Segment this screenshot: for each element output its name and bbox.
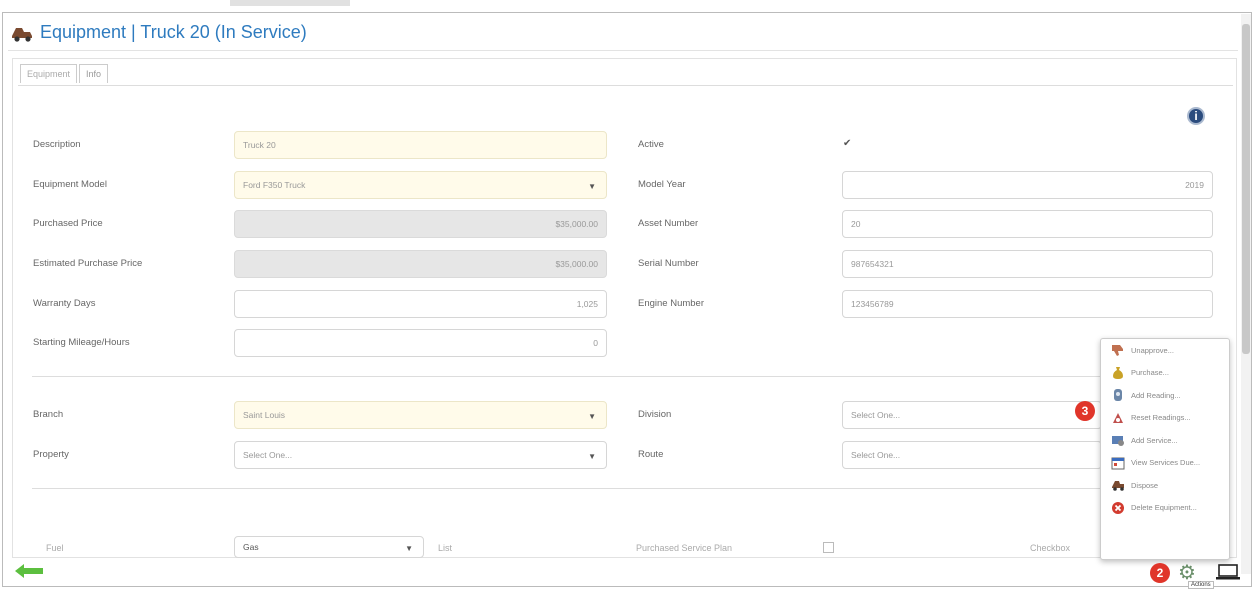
engine-number-value: 123456789 bbox=[851, 299, 894, 309]
asset-number-value: 20 bbox=[851, 219, 861, 229]
gauge-icon bbox=[1114, 389, 1122, 402]
branch-label: Branch bbox=[33, 409, 64, 420]
menu-item-view-services-due[interactable]: View Services Due... bbox=[1101, 452, 1229, 475]
model-year-input[interactable]: 2019 bbox=[842, 171, 1213, 199]
menu-item-unapprove[interactable]: Unapprove... bbox=[1101, 339, 1229, 362]
division-label: Division bbox=[638, 409, 672, 420]
menu-item-reset-readings[interactable]: Reset Readings... bbox=[1101, 407, 1229, 430]
asset-number-label: Asset Number bbox=[638, 218, 699, 229]
money-bag-icon bbox=[1113, 366, 1123, 379]
vertical-scrollbar[interactable] bbox=[1241, 14, 1251, 574]
tab-bar: Equipment Info bbox=[20, 64, 110, 83]
chevron-down-icon: ▼ bbox=[588, 452, 596, 461]
division-value: Select One... bbox=[851, 410, 901, 420]
monitor-icon[interactable] bbox=[1216, 564, 1240, 580]
warranty-days-input[interactable]: 1,025 bbox=[234, 290, 607, 318]
menu-item-label: Add Service... bbox=[1131, 435, 1178, 445]
purchased-price-label: Purchased Price bbox=[33, 218, 103, 229]
info-icon[interactable]: i bbox=[1187, 107, 1205, 125]
checkbox-label: Checkbox bbox=[1030, 543, 1071, 553]
thumbs-down-icon bbox=[1112, 345, 1123, 357]
delete-icon bbox=[1112, 501, 1124, 514]
asset-number-input[interactable]: 20 bbox=[842, 210, 1213, 238]
page-title: Equipment | Truck 20 (In Service) bbox=[10, 22, 307, 43]
equipment-model-select[interactable]: Ford F350 Truck ▼ bbox=[234, 171, 607, 199]
wrench-service-icon bbox=[1112, 436, 1124, 447]
menu-item-label: Reset Readings... bbox=[1131, 413, 1191, 423]
purchased-service-plan-checkbox[interactable] bbox=[823, 542, 834, 553]
description-value: Truck 20 bbox=[243, 140, 276, 150]
menu-item-add-reading[interactable]: Add Reading... bbox=[1101, 384, 1229, 407]
section-divider bbox=[32, 376, 1212, 377]
estimated-purchase-price-value: $35,000.00 bbox=[555, 259, 598, 269]
division-select[interactable]: Select One... bbox=[842, 401, 1102, 429]
reset-icon bbox=[1113, 412, 1123, 423]
purchased-price-input: $35,000.00 bbox=[234, 210, 607, 238]
chevron-down-icon: ▼ bbox=[588, 412, 596, 421]
menu-item-label: Delete Equipment... bbox=[1131, 503, 1197, 513]
serial-number-value: 987654321 bbox=[851, 259, 894, 269]
route-select[interactable]: Select One... bbox=[842, 441, 1102, 469]
active-label: Active bbox=[638, 139, 664, 150]
branch-value: Saint Louis bbox=[243, 410, 286, 420]
description-label: Description bbox=[33, 139, 81, 150]
estimated-purchase-price-label: Estimated Purchase Price bbox=[33, 258, 143, 269]
page-title-text: Equipment | Truck 20 (In Service) bbox=[40, 22, 307, 42]
actions-tooltip: Actions bbox=[1188, 581, 1214, 589]
truck-icon bbox=[1112, 481, 1124, 492]
purchased-price-value: $35,000.00 bbox=[555, 219, 598, 229]
property-label: Property bbox=[33, 449, 69, 460]
engine-number-label: Engine Number bbox=[638, 298, 705, 309]
equipment-model-value: Ford F350 Truck bbox=[243, 180, 306, 190]
list-label: List bbox=[438, 543, 453, 553]
branch-select[interactable]: Saint Louis ▼ bbox=[234, 401, 607, 429]
fuel-label: Fuel bbox=[46, 543, 64, 553]
starting-mileage-label: Starting Mileage/Hours bbox=[33, 337, 130, 348]
section-divider bbox=[32, 488, 1212, 489]
fuel-value: Gas bbox=[243, 542, 259, 552]
calendar-icon bbox=[1111, 457, 1125, 470]
truck-icon bbox=[12, 27, 32, 42]
route-value: Select One... bbox=[851, 450, 901, 460]
actions-menu: Unapprove... Purchase... Add Reading... … bbox=[1100, 338, 1230, 560]
property-value: Select One... bbox=[243, 450, 293, 460]
serial-number-input[interactable]: 987654321 bbox=[842, 250, 1213, 278]
description-input[interactable]: Truck 20 bbox=[234, 131, 607, 159]
serial-number-label: Serial Number bbox=[638, 258, 699, 269]
engine-number-input[interactable]: 123456789 bbox=[842, 290, 1213, 318]
purchased-service-plan-label: Purchased Service Plan bbox=[636, 543, 733, 553]
menu-item-label: View Services Due... bbox=[1131, 458, 1201, 468]
equipment-model-label: Equipment Model bbox=[33, 179, 107, 190]
property-select[interactable]: Select One... ▼ bbox=[234, 441, 607, 469]
tab-divider bbox=[18, 85, 1233, 86]
scrollbar-thumb[interactable] bbox=[1242, 24, 1250, 354]
back-arrow-icon[interactable] bbox=[14, 563, 44, 579]
title-divider bbox=[8, 50, 1238, 51]
route-label: Route bbox=[638, 449, 664, 460]
warranty-days-label: Warranty Days bbox=[33, 298, 96, 309]
annotation-badge-2: 2 bbox=[1150, 563, 1170, 583]
chevron-down-icon: ▼ bbox=[588, 182, 596, 191]
tab-equipment[interactable]: Equipment bbox=[20, 64, 78, 83]
menu-item-dispose[interactable]: Dispose bbox=[1101, 474, 1229, 497]
menu-item-add-service[interactable]: Add Service... bbox=[1101, 429, 1229, 452]
starting-mileage-value: 0 bbox=[593, 338, 598, 348]
model-year-label: Model Year bbox=[638, 179, 686, 190]
starting-mileage-input[interactable]: 0 bbox=[234, 329, 607, 357]
menu-item-purchase[interactable]: Purchase... bbox=[1101, 362, 1229, 385]
tab-info[interactable]: Info bbox=[79, 64, 109, 83]
model-year-value: 2019 bbox=[1185, 180, 1204, 190]
fuel-select[interactable]: Gas ▼ bbox=[234, 536, 424, 558]
menu-item-label: Dispose bbox=[1131, 480, 1159, 490]
top-edge-decoration bbox=[230, 0, 350, 6]
chevron-down-icon: ▼ bbox=[405, 544, 413, 553]
warranty-days-value: 1,025 bbox=[576, 299, 598, 309]
menu-item-label: Add Reading... bbox=[1131, 390, 1181, 400]
menu-item-label: Purchase... bbox=[1131, 368, 1169, 378]
active-checkbox[interactable]: ✔ bbox=[843, 139, 853, 149]
estimated-purchase-price-input: $35,000.00 bbox=[234, 250, 607, 278]
annotation-badge-3: 3 bbox=[1075, 401, 1095, 421]
menu-item-label: Unapprove... bbox=[1131, 345, 1174, 355]
menu-item-delete-equipment[interactable]: Delete Equipment... bbox=[1101, 497, 1229, 520]
